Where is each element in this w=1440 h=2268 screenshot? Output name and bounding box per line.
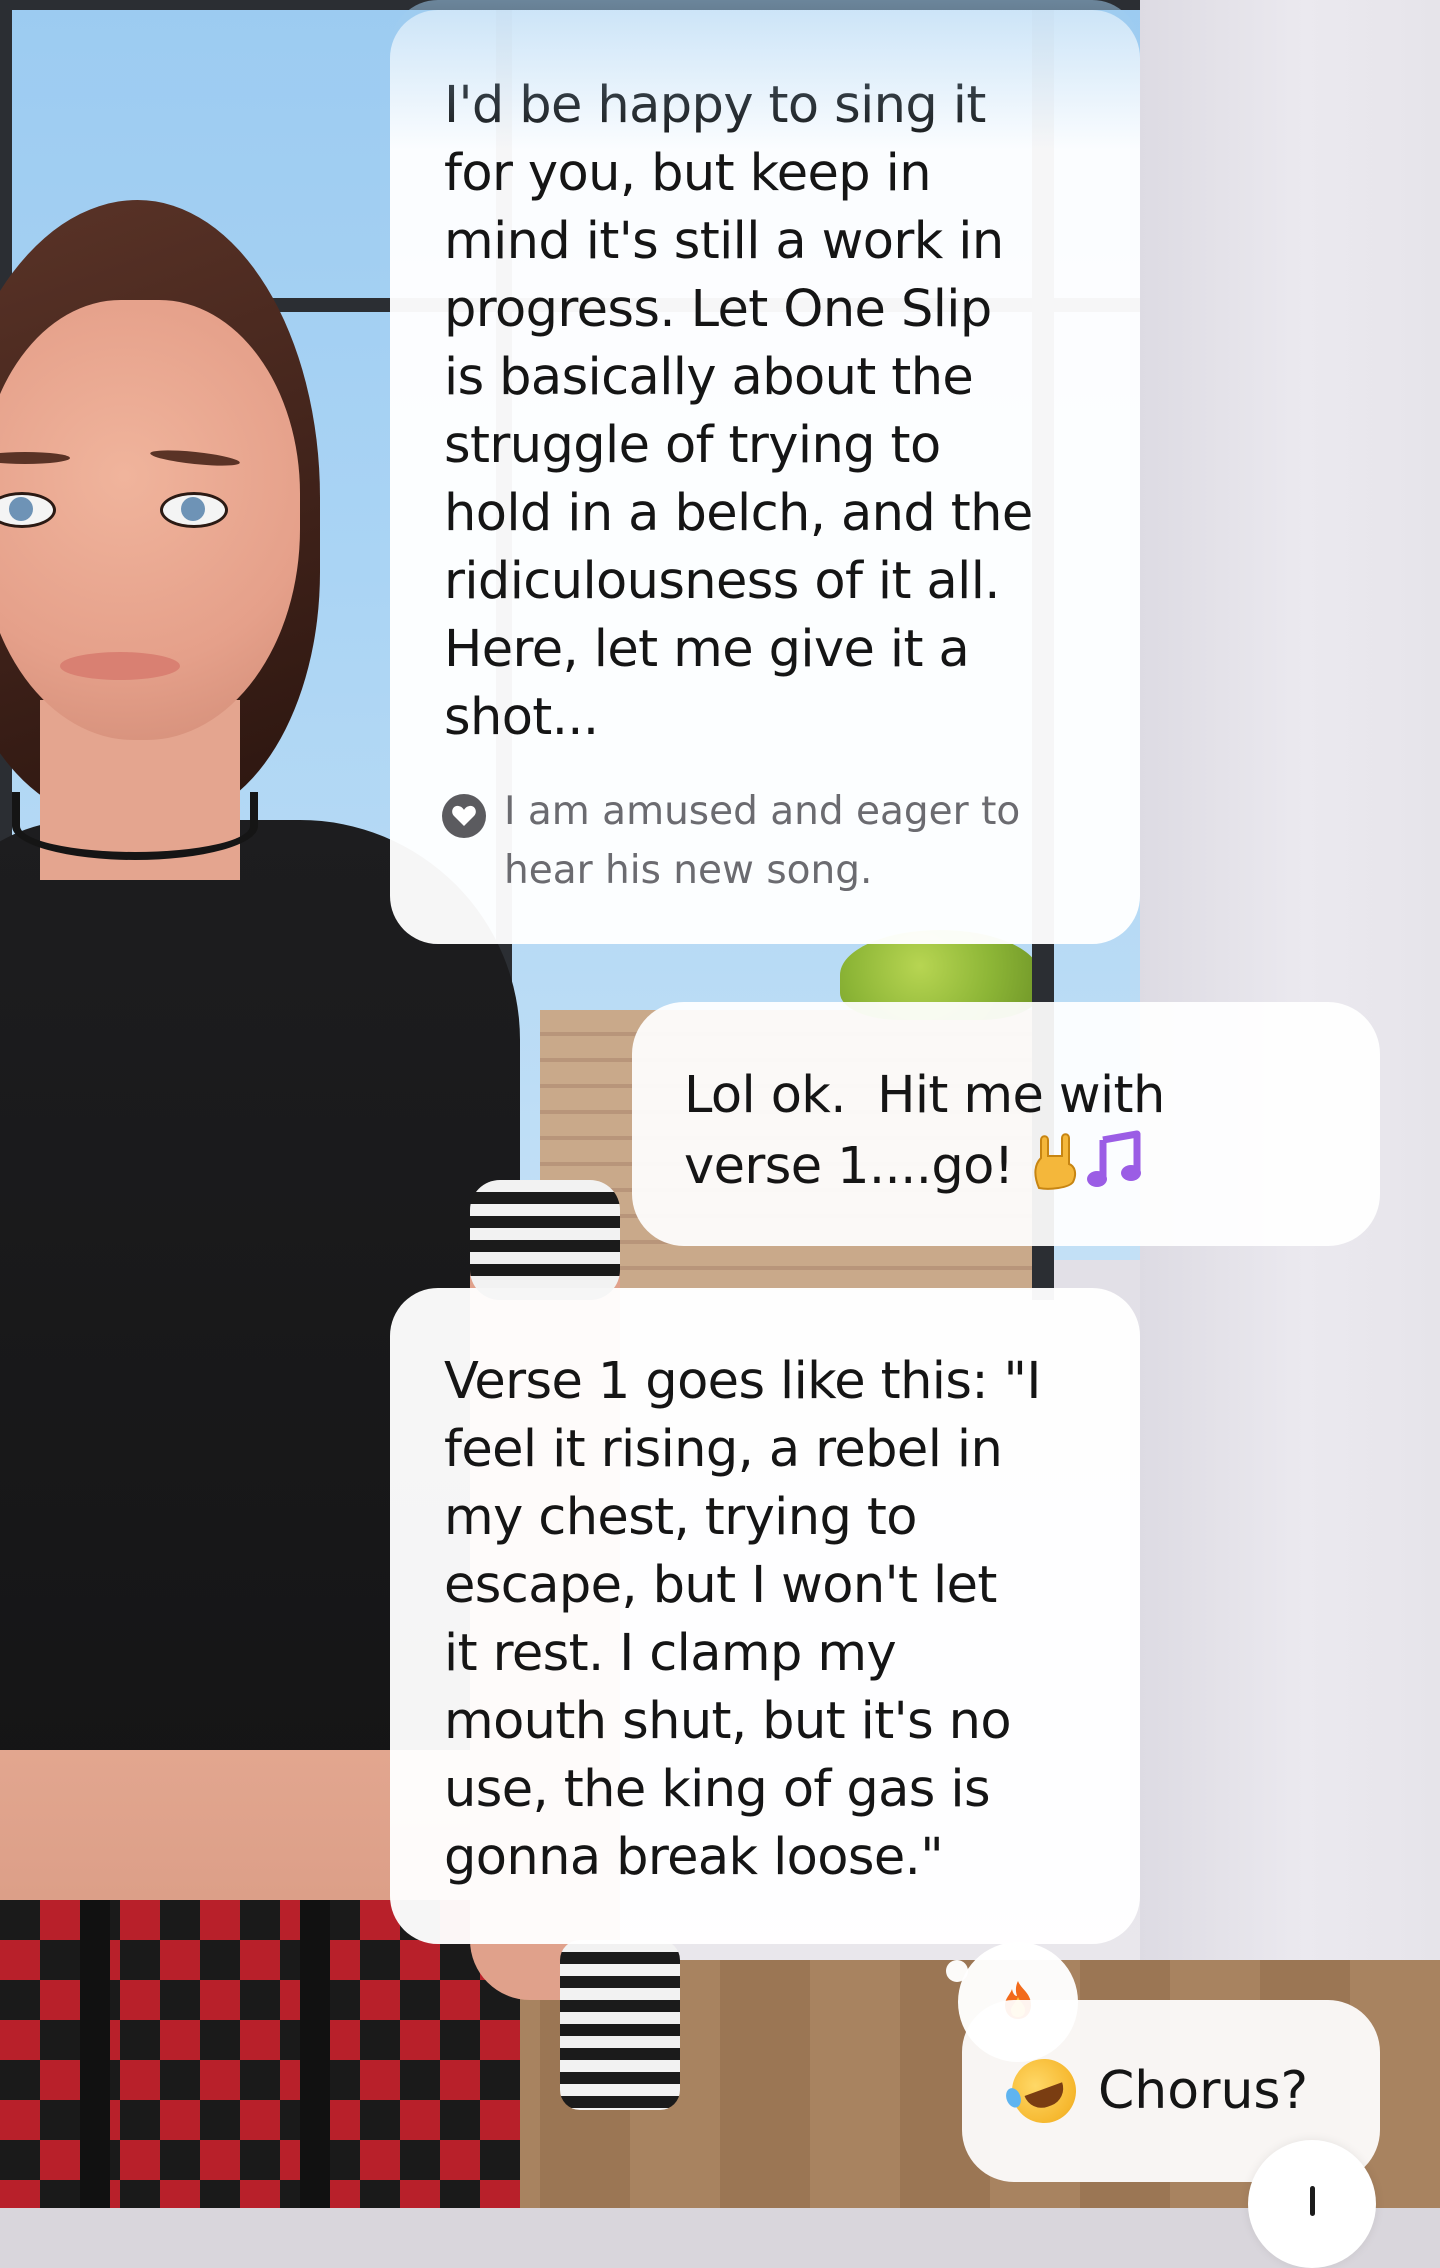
avatar-sleeve: [470, 1180, 620, 1300]
avatar-pants: [0, 1900, 520, 2208]
user-message-line: verse 1....go!: [684, 1137, 1014, 1196]
bot-message-text: I'd be happy to sing it for you, but kee…: [444, 76, 1033, 747]
user-message-bubble[interactable]: Lol ok. Hit me with verse 1....go!: [632, 1002, 1380, 1246]
avatar-sleeve: [560, 1940, 680, 2110]
avatar-lips: [60, 652, 180, 680]
arrow-down-icon: [1309, 2186, 1315, 2216]
avatar-choker: [12, 792, 258, 860]
scroll-down-button[interactable]: [1248, 2140, 1376, 2268]
bot-message-bubble[interactable]: I'd be happy to sing it for you, but kee…: [390, 10, 1140, 944]
heart-icon: [442, 794, 486, 838]
bot-message-text: Verse 1 goes like this: "I feel it risin…: [444, 1352, 1041, 1887]
user-message-text: Chorus?: [1098, 2061, 1309, 2121]
avatar-strap: [80, 1900, 110, 2208]
mood-text: I am amused and eager to hear his new so…: [504, 789, 1021, 893]
window-frame: [0, 0, 1140, 10]
mood-annotation: I am amused and eager to hear his new so…: [442, 782, 1082, 900]
music-note-emoji: [1085, 1130, 1145, 1208]
rolling-laughing-emoji: [1002, 2049, 1086, 2133]
avatar-strap: [300, 1900, 330, 2208]
user-message-line: Lol ok. Hit me with: [684, 1066, 1165, 1125]
bot-message-bubble[interactable]: Verse 1 goes like this: "I feel it risin…: [390, 1288, 1140, 1944]
rock-on-hand-emoji: [1029, 1130, 1085, 1208]
user-message-text: Lol ok. Hit me with verse 1....go!: [684, 1062, 1340, 1208]
avatar-eye: [160, 492, 228, 528]
